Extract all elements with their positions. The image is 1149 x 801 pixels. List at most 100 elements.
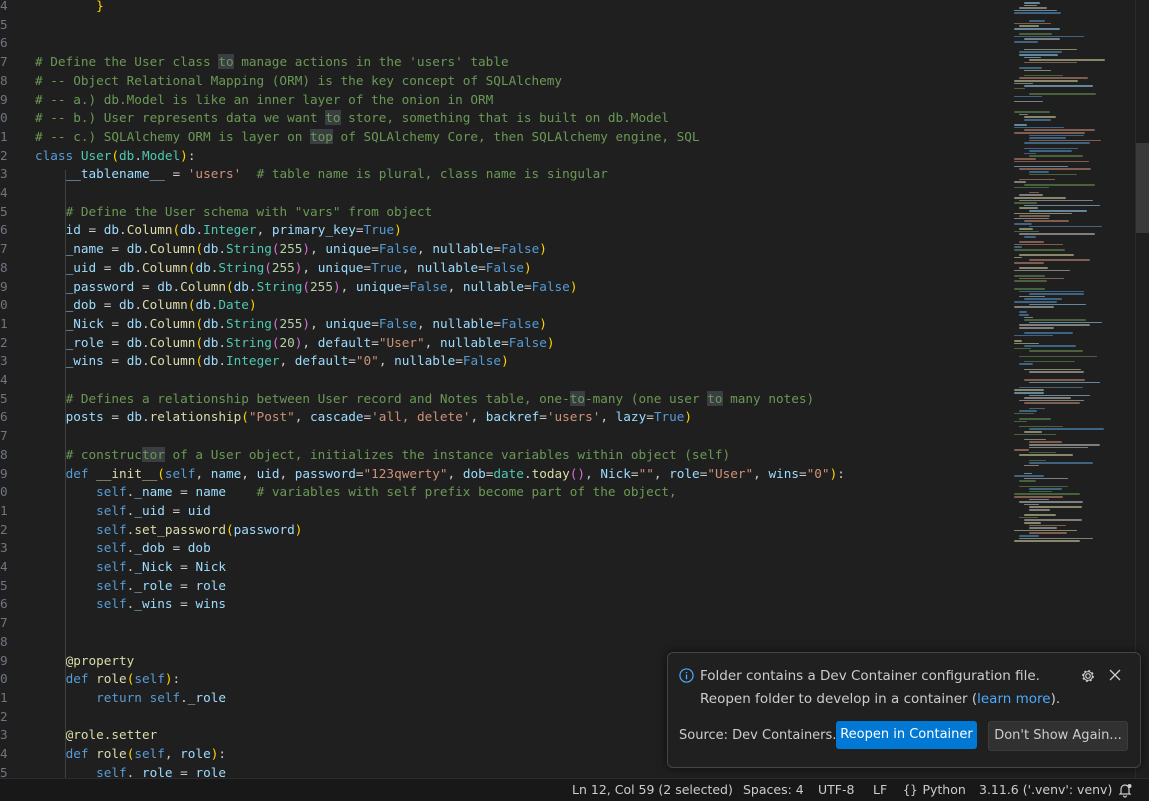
minimap-line [1029,191,1040,194]
minimap-line [1014,186,1050,189]
code-line[interactable]: 6 [0,34,1012,53]
minimap-line [1019,295,1045,298]
python-interpreter[interactable]: 3.11.6 ('.venv': venv) [979,779,1112,801]
line-number: 2 [0,334,8,350]
minimap-line [1029,93,1097,95]
line-number: 8 [0,72,8,88]
code-line[interactable]: 6 posts = db.relationship("Post", cascad… [0,408,1012,427]
minimap-line [1019,355,1097,358]
code-line[interactable]: 7 _name = db.Column(db.String(255), uniq… [0,240,1012,259]
minimap-line [1029,155,1084,157]
code-line[interactable]: 9 def __init__(self, name, uid, password… [0,465,1012,484]
line-code: @property [65,652,135,668]
code-line[interactable]: 1 # -- c.) SQLAlchemy ORM is layer on top… [0,128,1012,147]
line-code: self.set_password(password) [96,521,303,537]
code-line[interactable]: 7 [0,614,1012,633]
code-line[interactable]: 5 self._role = role [0,577,1012,596]
minimap-line [1014,212,1072,215]
code-line[interactable]: 2 _role = db.Column(db.String(20), defau… [0,334,1012,353]
line-number: 3 [0,353,8,369]
line-code: } [96,0,104,13]
code-line[interactable]: 5 # Define the User schema with "vars" f… [0,203,1012,222]
minimap-line [1024,61,1077,64]
code-line[interactable]: 8 # constructor of a User object, initia… [0,446,1012,465]
minimap-line [1014,243,1064,246]
dont-show-again-button[interactable]: Don't Show Again... [988,721,1128,751]
gear-icon[interactable] [1080,668,1096,684]
code-line[interactable]: 8 _uid = db.Column(db.String(255), uniqu… [0,259,1012,278]
code-line[interactable]: 1 self._uid = uid [0,502,1012,521]
line-number: 6 [0,222,8,238]
code-line[interactable]: 7 # Define the User class to manage actio… [0,53,1012,72]
line-code: class User(db.Model): [35,147,196,163]
eol-setting[interactable]: LF [873,779,887,801]
reopen-in-container-button[interactable]: Reopen in Container [836,721,977,749]
minimap-line [1014,529,1077,532]
code-line[interactable]: 6 self._wins = wins [0,595,1012,614]
minimap-line [1019,418,1051,420]
line-number: 9 [0,652,8,668]
minimap-line [1024,397,1072,399]
indentation-setting[interactable]: Spaces: 4 [743,779,804,801]
notification-message: Folder contains a Dev Container configur… [700,665,1080,711]
code-line[interactable]: 2 self.set_password(password) [0,521,1012,540]
minimap-line [1024,48,1078,51]
minimap-line [1014,540,1081,542]
code-line[interactable]: 4 } [0,0,1012,16]
minimap-line [1014,449,1029,451]
code-line[interactable]: 5 # Defines a relationship between User … [0,390,1012,409]
minimap-line [1014,80,1078,82]
line-code: self._dob = dob [96,540,211,556]
minimap-line [1029,462,1094,464]
code-line[interactable]: 7 [0,427,1012,446]
line-number: 4 [0,0,8,13]
minimap-line [1029,371,1084,373]
encoding-setting[interactable]: UTF-8 [818,779,854,801]
close-icon[interactable] [1108,668,1122,682]
code-line[interactable]: 2 class User(db.Model): [0,147,1012,166]
code-line[interactable]: 5 [0,16,1012,35]
minimap-line [1019,25,1039,27]
code-line[interactable]: 4 [0,371,1012,390]
code-line[interactable]: 8 [0,633,1012,652]
line-code: __tablename__ = 'users' # table name is … [65,166,608,182]
learn-more-link[interactable]: learn more [977,691,1050,707]
code-line[interactable]: 1 _Nick = db.Column(db.String(255), uniq… [0,315,1012,334]
language-mode[interactable]: {} Python [903,779,966,801]
minimap-line [1024,522,1042,524]
minimap-line [1024,74,1063,77]
line-number: 4 [0,372,8,387]
code-line[interactable]: 9 _password = db.Column(db.String(255), … [0,278,1012,297]
code-line[interactable]: 3 _wins = db.Column(db.Integer, default=… [0,352,1012,371]
cursor-position[interactable]: Ln 12, Col 59 (2 selected) [572,779,733,801]
minimap-line [1029,321,1103,324]
minimap-line [1024,514,1056,516]
minimap-line [1014,389,1044,391]
code-line[interactable]: 6 id = db.Column(db.Integer, primary_key… [0,221,1012,240]
minimap-line [1024,152,1036,155]
line-code: def __init__(self, name, uid, password="… [65,465,845,481]
minimap-line [1014,230,1040,233]
language-label: Python [922,782,966,797]
status-bar: Ln 12, Col 59 (2 selected) Spaces: 4 UTF… [0,778,1149,801]
code-line[interactable]: 0 # -- b.) User represents data we want t… [0,109,1012,128]
minimap-line [1029,173,1077,176]
minimap-line [1019,168,1091,170]
code-line[interactable]: 0 _dob = db.Column(db.Date) [0,296,1012,315]
code-line[interactable]: 4 self._Nick = Nick [0,558,1012,577]
minimap-line [1014,100,1043,103]
minimap-line [1024,119,1051,121]
minimap-line [1024,438,1046,441]
minimap-line [1029,506,1082,508]
code-line[interactable]: 0 self._name = name # variables with sel… [0,483,1012,502]
code-line[interactable]: 9 # -- a.) db.Model is like an inner laye… [0,91,1012,110]
bell-icon[interactable] [1117,782,1133,798]
code-line[interactable]: 8 # -- Object Relational Mapping (ORM) is… [0,72,1012,91]
code-line[interactable]: 3 self._dob = dob [0,539,1012,558]
minimap-line [1024,2,1041,4]
code-line[interactable]: 3 __tablename__ = 'users' # table name i… [0,165,1012,184]
scrollbar-thumb[interactable] [1136,143,1149,233]
line-code: self._role = role [96,764,226,778]
minimap-line [1029,459,1047,462]
code-line[interactable]: 4 [0,184,1012,203]
